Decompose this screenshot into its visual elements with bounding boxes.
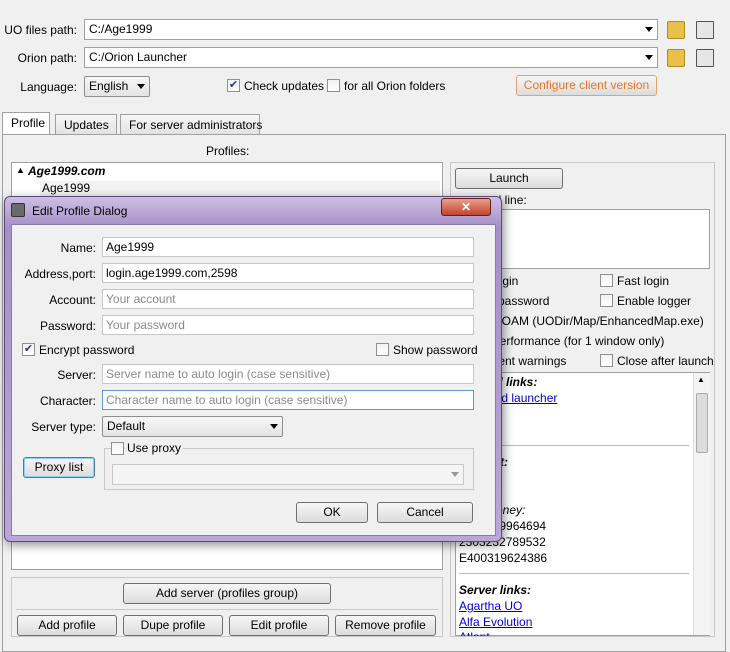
scroll-up-icon[interactable]: ▲ bbox=[697, 375, 705, 384]
account-label: Account: bbox=[49, 293, 96, 307]
dialog-title: Edit Profile Dialog bbox=[32, 204, 128, 218]
enable-logger-label: Enable logger bbox=[617, 294, 692, 308]
option-warnings-label: lient warnings bbox=[493, 354, 567, 368]
close-icon: ✕ bbox=[460, 200, 472, 214]
chevron-down-icon bbox=[645, 27, 653, 32]
scrollbar-thumb[interactable] bbox=[696, 393, 708, 453]
divider bbox=[459, 573, 689, 574]
password-field[interactable]: Your password bbox=[102, 315, 474, 335]
check-updates-checkbox[interactable]: ✔ bbox=[227, 79, 240, 92]
folder-icon[interactable] bbox=[667, 21, 685, 39]
edit-profile-button[interactable]: Edit profile bbox=[229, 615, 329, 636]
trash-icon[interactable] bbox=[696, 49, 714, 67]
language-select[interactable]: English bbox=[84, 76, 150, 97]
all-folders-checkbox[interactable] bbox=[327, 79, 340, 92]
character-field[interactable]: Character name to auto login (case sensi… bbox=[102, 390, 474, 410]
app-icon bbox=[11, 203, 25, 217]
add-server-button[interactable]: Add server (profiles group) bbox=[123, 583, 331, 604]
tab-updates[interactable]: Updates bbox=[55, 114, 117, 134]
scrollbar[interactable]: ▲ bbox=[693, 373, 710, 635]
chevron-down-icon bbox=[645, 55, 653, 60]
character-label: Character: bbox=[39, 394, 96, 408]
language-label: Language: bbox=[20, 80, 77, 94]
address-field[interactable]: login.age1999.com,2598 bbox=[102, 263, 474, 283]
orion-path-value: C:/Orion Launcher bbox=[89, 50, 188, 64]
uo-path-label: UO files path: bbox=[4, 23, 77, 37]
orion-path-combo[interactable]: C:/Orion Launcher bbox=[84, 47, 658, 68]
server-type-value: Default bbox=[107, 419, 146, 433]
account-field[interactable]: Your account bbox=[102, 289, 474, 309]
address-label: Address,port: bbox=[24, 267, 96, 281]
name-label: Name: bbox=[60, 241, 96, 255]
money-account: E400319624386 bbox=[459, 551, 548, 565]
profile-group[interactable]: Age1999.com bbox=[28, 164, 105, 178]
close-after-launch-checkbox[interactable] bbox=[600, 354, 613, 367]
encrypt-password-label: Encrypt password bbox=[39, 343, 135, 357]
server-link[interactable]: Alfa Evolution bbox=[459, 615, 532, 629]
cancel-button[interactable]: Cancel bbox=[377, 502, 473, 523]
chevron-down-icon bbox=[270, 424, 278, 429]
server-field[interactable]: Server name to auto login (case sensitiv… bbox=[102, 364, 474, 384]
profile-item-label: Age1999 bbox=[42, 181, 91, 195]
option-uoam-label: UOAM (UODir/Map/EnhancedMap.exe) bbox=[493, 314, 704, 328]
dupe-profile-button[interactable]: Dupe profile bbox=[123, 615, 223, 636]
use-proxy-checkbox[interactable] bbox=[111, 442, 124, 455]
remove-profile-button[interactable]: Remove profile bbox=[335, 615, 436, 636]
name-field[interactable]: Age1999 bbox=[102, 237, 474, 257]
server-type-select[interactable]: Default bbox=[102, 416, 283, 437]
trash-icon[interactable] bbox=[696, 21, 714, 39]
encrypt-password-checkbox[interactable]: ✔ bbox=[22, 343, 35, 356]
fast-login-label: Fast login bbox=[617, 274, 670, 288]
tab-profile[interactable]: Profile bbox=[2, 112, 50, 135]
close-button[interactable]: ✕ bbox=[441, 198, 491, 216]
orion-path-label: Orion path: bbox=[17, 51, 77, 65]
add-profile-button[interactable]: Add profile bbox=[17, 615, 117, 636]
option-performance-label: performance (for 1 window only) bbox=[493, 334, 665, 348]
chevron-down-icon bbox=[137, 84, 145, 89]
uo-path-value: C:/Age1999 bbox=[89, 22, 153, 36]
expand-arrow-icon[interactable]: ▲ bbox=[16, 165, 25, 175]
configure-client-button[interactable]: Configure client version bbox=[516, 75, 657, 96]
folder-icon[interactable] bbox=[667, 49, 685, 67]
tab-for-server-administrators[interactable]: For server administrators bbox=[120, 114, 262, 134]
proxy-list-button[interactable]: Proxy list bbox=[23, 457, 95, 478]
chevron-down-icon bbox=[451, 472, 459, 477]
launch-button[interactable]: Launch bbox=[455, 168, 563, 189]
server-label: Server: bbox=[57, 368, 96, 382]
server-link[interactable]: Atlant bbox=[459, 630, 490, 636]
uo-path-combo[interactable]: C:/Age1999 bbox=[84, 19, 658, 40]
use-proxy-label: Use proxy bbox=[125, 441, 184, 455]
close-after-launch-label: Close after launch bbox=[617, 354, 714, 368]
proxy-select[interactable] bbox=[112, 464, 464, 485]
server-type-label: Server type: bbox=[31, 420, 96, 434]
show-password-label: Show password bbox=[393, 343, 478, 357]
server-link[interactable]: Agartha UO bbox=[459, 599, 522, 613]
server-links-header: Server links: bbox=[459, 583, 532, 597]
password-label: Password: bbox=[39, 319, 96, 333]
ok-button[interactable]: OK bbox=[296, 502, 368, 523]
check-updates-label: Check updates bbox=[244, 79, 325, 93]
divider bbox=[16, 609, 438, 610]
fast-login-checkbox[interactable] bbox=[600, 274, 613, 287]
profile-item[interactable]: Age1999 bbox=[40, 181, 440, 197]
all-folders-label: for all Orion folders bbox=[344, 79, 446, 93]
language-value: English bbox=[89, 79, 129, 93]
profiles-header: Profiles: bbox=[206, 144, 250, 158]
show-password-checkbox[interactable] bbox=[376, 343, 389, 356]
enable-logger-checkbox[interactable] bbox=[600, 294, 613, 307]
